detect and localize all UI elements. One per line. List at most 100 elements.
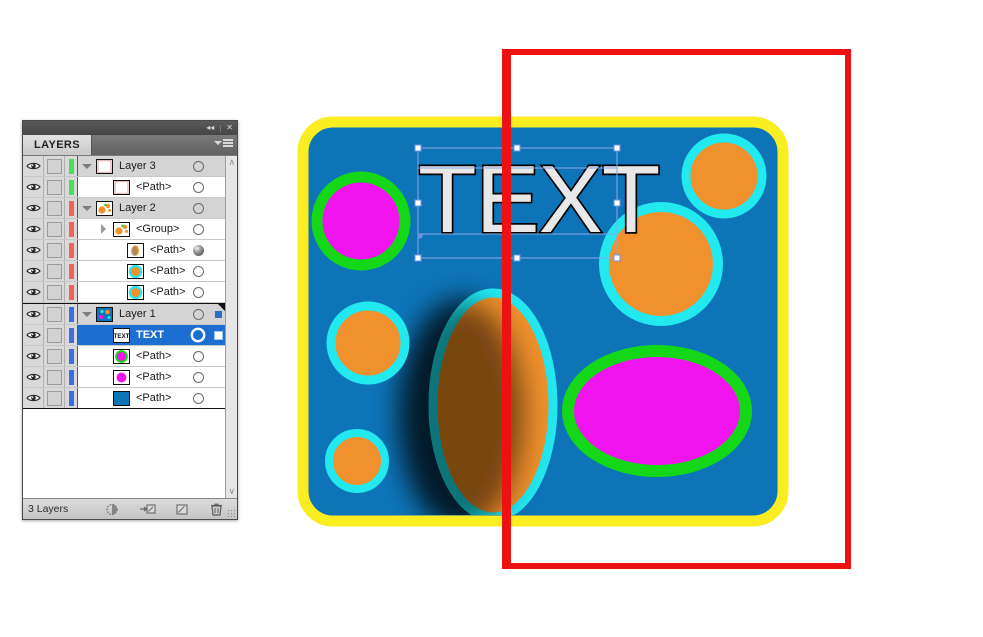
visibility-eye-icon[interactable] xyxy=(23,325,44,345)
target-indicator[interactable] xyxy=(185,325,211,345)
visibility-eye-icon[interactable] xyxy=(23,346,44,366)
panel-menu-icon[interactable] xyxy=(214,139,233,147)
row-body[interactable]: <Path> xyxy=(78,261,185,281)
sublayer-row[interactable]: <Group> xyxy=(23,219,226,240)
visibility-eye-icon[interactable] xyxy=(23,177,44,197)
panel-tabbar[interactable]: LAYERS xyxy=(23,135,237,155)
trash-icon xyxy=(210,503,223,519)
delete-selection-button[interactable] xyxy=(210,502,224,516)
row-body[interactable]: <Path> xyxy=(78,367,185,387)
lock-toggle[interactable] xyxy=(44,282,65,302)
panel-titlebar[interactable]: ◂◂ | ✕ xyxy=(23,121,237,135)
layer-color-indicator xyxy=(65,240,78,260)
sublayer-row[interactable]: <Path> xyxy=(23,240,226,261)
scroll-down-icon[interactable]: ∨ xyxy=(228,487,235,496)
magenta-green-circle-top-left[interactable] xyxy=(311,171,411,271)
target-indicator[interactable] xyxy=(185,177,211,197)
collapse-panel-icon[interactable]: ◂◂ xyxy=(206,124,214,132)
layer-rows-container[interactable]: Layer 3 <Path> Layer 2 <Group> <Path> <Path> <… xyxy=(23,155,237,498)
visibility-eye-icon[interactable] xyxy=(23,219,44,239)
tab-layers[interactable]: LAYERS xyxy=(23,135,93,155)
text-object[interactable]: TEXT xyxy=(416,144,662,254)
lock-toggle[interactable] xyxy=(44,240,65,260)
layer-color-indicator xyxy=(65,177,78,197)
sublayer-row[interactable]: TEXT TEXT xyxy=(23,325,226,346)
sublayer-row[interactable]: <Path> xyxy=(23,346,226,367)
layer-name-label: <Path> xyxy=(150,244,186,256)
orange-cyan-circle-bottom-left[interactable] xyxy=(325,429,389,493)
chevron-right-icon[interactable] xyxy=(97,223,110,236)
visibility-eye-icon[interactable] xyxy=(23,388,44,408)
create-new-layer-button[interactable] xyxy=(175,502,189,516)
target-indicator[interactable] xyxy=(185,219,211,239)
orange-cyan-circle-top-right[interactable] xyxy=(681,133,767,219)
sublayer-row[interactable]: <Path> xyxy=(23,388,226,409)
row-body[interactable]: <Path> xyxy=(78,388,185,408)
orange-cyan-ellipse-center[interactable] xyxy=(428,288,558,517)
orange-cyan-circle-mid-left[interactable] xyxy=(326,301,410,385)
chevron-down-icon[interactable] xyxy=(80,202,93,215)
visibility-eye-icon[interactable] xyxy=(23,367,44,387)
chevron-down-icon[interactable] xyxy=(80,308,93,321)
layer-thumbnail xyxy=(113,221,130,237)
make-clipping-mask-button[interactable] xyxy=(105,502,119,516)
target-indicator[interactable] xyxy=(185,282,211,302)
scroll-up-icon[interactable]: ∧ xyxy=(228,158,235,167)
row-body[interactable]: <Path> xyxy=(78,346,185,366)
sublayer-row[interactable]: <Path> xyxy=(23,282,226,303)
new-layer-icon xyxy=(175,504,189,519)
row-body[interactable]: Layer 1 xyxy=(78,304,185,324)
lock-toggle[interactable] xyxy=(44,346,65,366)
lock-toggle[interactable] xyxy=(44,388,65,408)
create-new-sublayer-button[interactable] xyxy=(140,502,156,516)
target-indicator[interactable] xyxy=(185,388,211,408)
row-body[interactable]: TEXT TEXT xyxy=(78,325,185,345)
lock-toggle[interactable] xyxy=(44,261,65,281)
menu-triangle-icon xyxy=(214,140,222,145)
lock-toggle[interactable] xyxy=(44,156,65,176)
resize-grip[interactable] xyxy=(227,509,235,517)
layer-thumbnail xyxy=(127,242,144,258)
target-indicator[interactable] xyxy=(185,198,211,218)
target-indicator[interactable] xyxy=(185,156,211,176)
lock-toggle[interactable] xyxy=(44,177,65,197)
layer-row[interactable]: Layer 3 xyxy=(23,156,226,177)
sublayer-row[interactable]: <Path> xyxy=(23,261,226,282)
sublayer-row[interactable]: <Path> xyxy=(23,177,226,198)
row-body[interactable]: <Path> xyxy=(78,177,185,197)
row-body[interactable]: Layer 2 xyxy=(78,198,185,218)
lock-toggle[interactable] xyxy=(44,367,65,387)
lock-toggle[interactable] xyxy=(44,304,65,324)
layer-row[interactable]: Layer 2 xyxy=(23,198,226,219)
lock-toggle[interactable] xyxy=(44,325,65,345)
selection-indicator xyxy=(211,156,225,176)
layer-row[interactable]: Layer 1 xyxy=(23,303,226,325)
target-indicator[interactable] xyxy=(185,261,211,281)
visibility-eye-icon[interactable] xyxy=(23,240,44,260)
visibility-eye-icon[interactable] xyxy=(23,156,44,176)
chevron-down-icon[interactable] xyxy=(80,160,93,173)
visibility-eye-icon[interactable] xyxy=(23,261,44,281)
layer-color-indicator xyxy=(65,198,78,218)
row-body[interactable]: <Path> xyxy=(78,240,185,260)
lock-toggle[interactable] xyxy=(44,198,65,218)
visibility-eye-icon[interactable] xyxy=(23,304,44,324)
layers-panel[interactable]: ◂◂ | ✕ LAYERS Layer 3 <Path> Layer 2 <Group… xyxy=(22,120,238,520)
close-icon[interactable]: ✕ xyxy=(226,124,233,132)
magenta-green-ellipse-bottom-right[interactable] xyxy=(562,345,752,477)
layer-color-indicator xyxy=(65,388,78,408)
row-body[interactable]: <Path> xyxy=(78,282,185,302)
target-indicator[interactable] xyxy=(185,240,211,260)
visibility-eye-icon[interactable] xyxy=(23,198,44,218)
selection-indicator xyxy=(211,325,225,345)
target-indicator[interactable] xyxy=(185,367,211,387)
row-body[interactable]: Layer 3 xyxy=(78,156,185,176)
sublayer-row[interactable]: <Path> xyxy=(23,367,226,388)
layers-scrollbar[interactable]: ∧ ∨ xyxy=(225,156,237,498)
target-indicator[interactable] xyxy=(185,346,211,366)
target-indicator[interactable] xyxy=(185,304,211,324)
row-body[interactable]: <Group> xyxy=(78,219,185,239)
visibility-eye-icon[interactable] xyxy=(23,282,44,302)
lock-toggle[interactable] xyxy=(44,219,65,239)
twisty-placeholder xyxy=(97,350,110,363)
